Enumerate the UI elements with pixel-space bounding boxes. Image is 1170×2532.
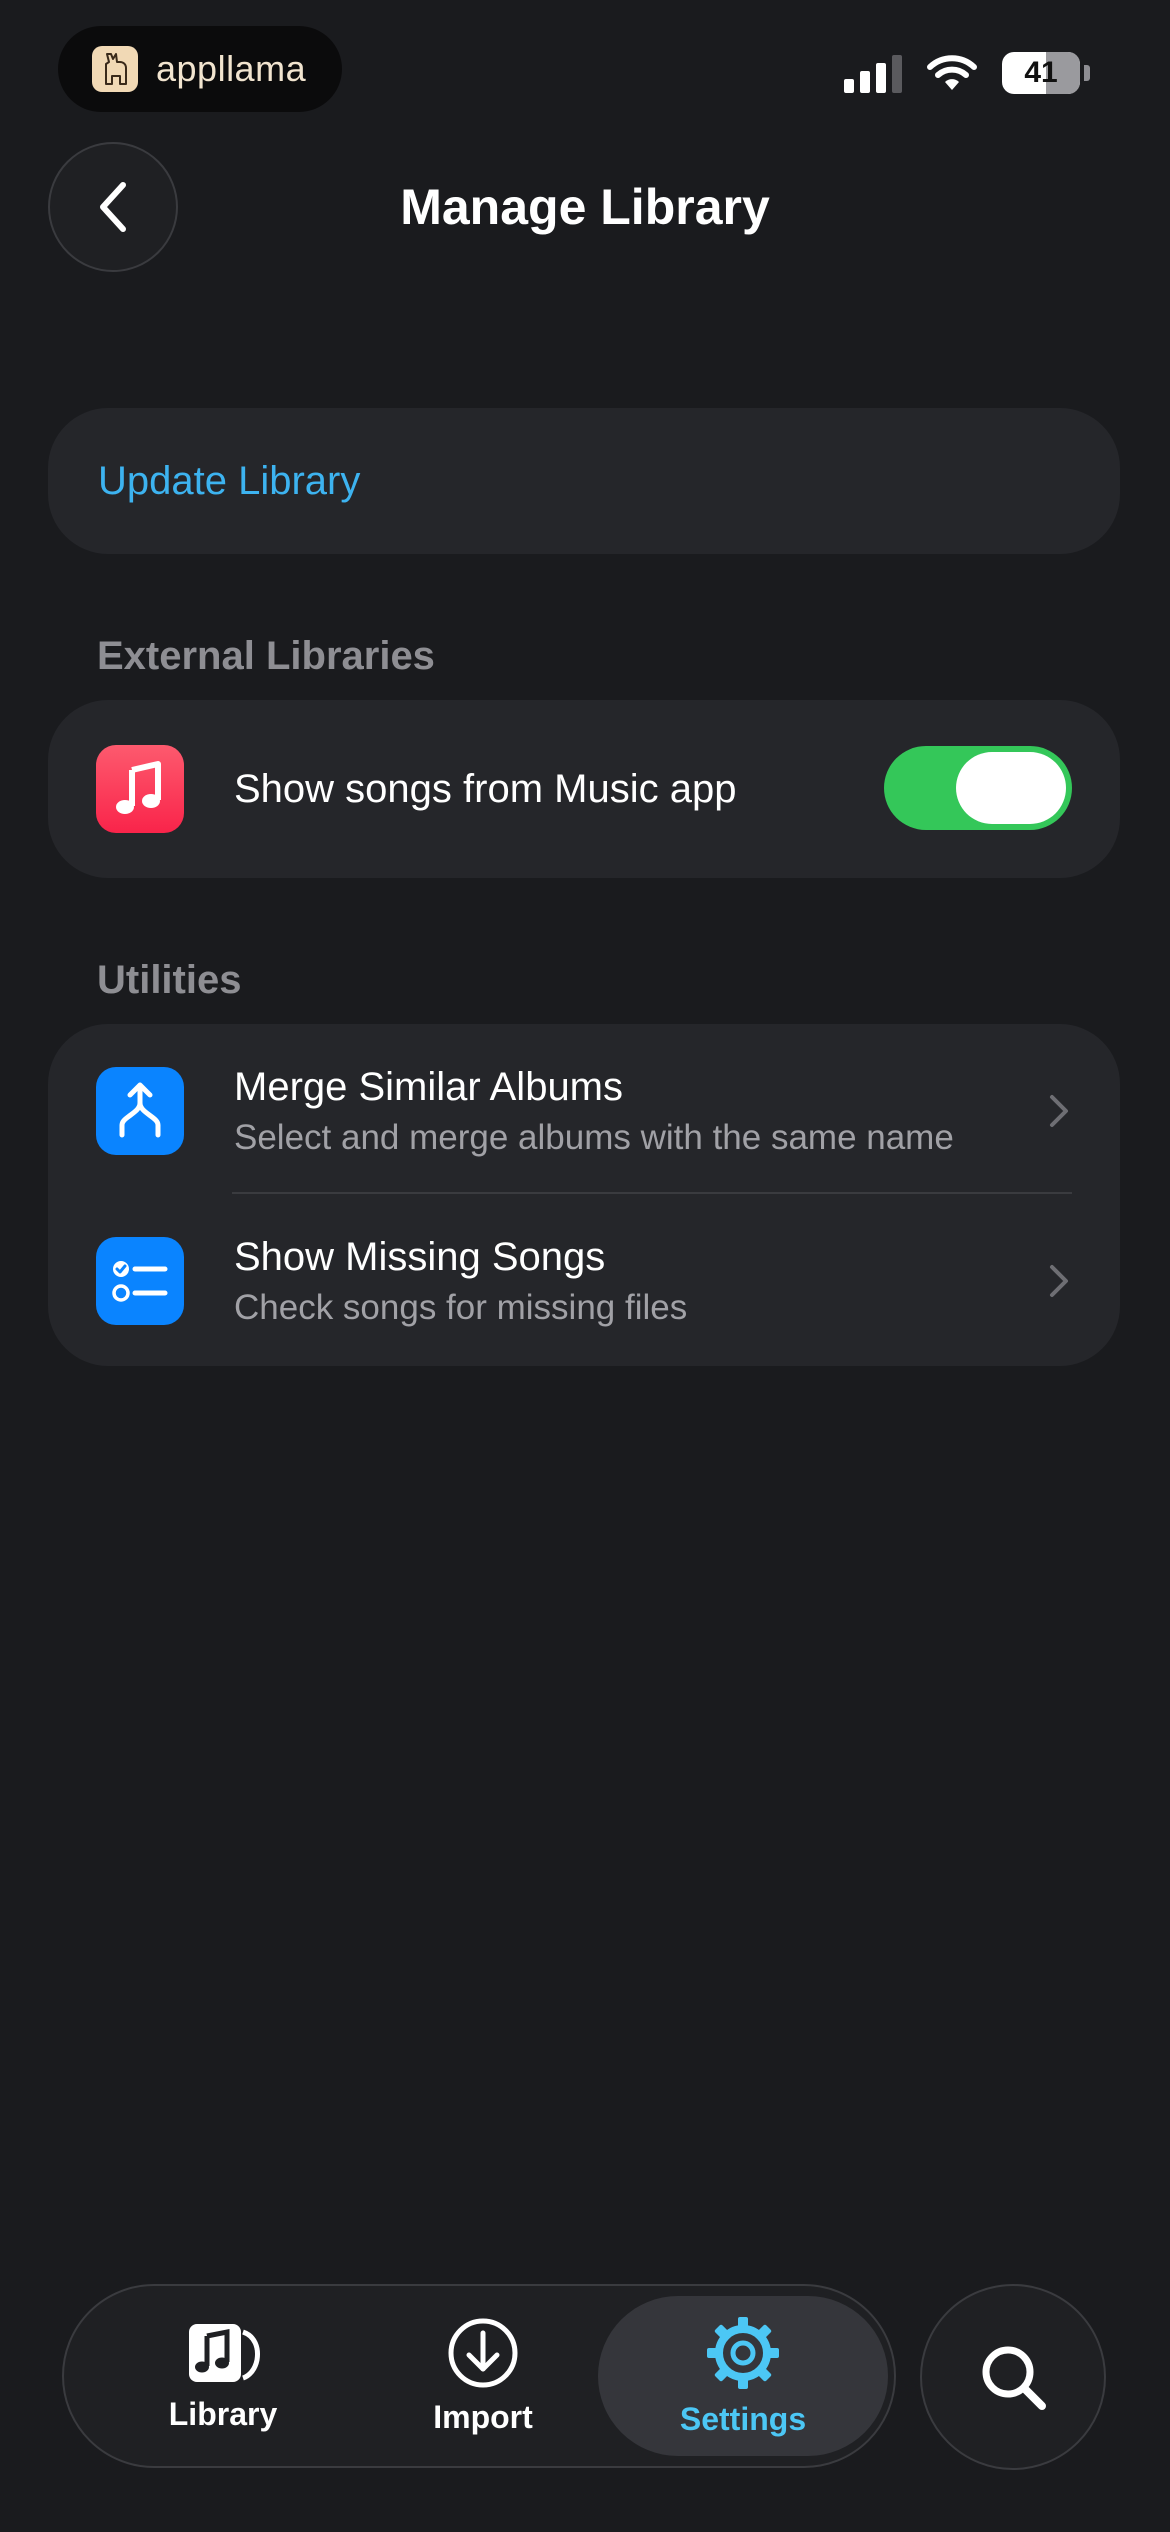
tab-import[interactable]: Import (348, 2296, 618, 2456)
battery-level: 41 (1024, 56, 1058, 89)
update-library-button[interactable]: Update Library (48, 408, 1120, 554)
status-indicators: 41 (844, 52, 1090, 94)
merge-icon (96, 1067, 184, 1155)
section-label-external: External Libraries (97, 634, 435, 678)
chevron-right-icon (1050, 1265, 1068, 1297)
wifi-icon (927, 55, 977, 90)
toggle-knob (956, 752, 1066, 824)
search-button[interactable] (920, 2284, 1106, 2470)
checklist-icon (96, 1237, 184, 1325)
search-icon (982, 2346, 1046, 2410)
gear-icon (707, 2316, 779, 2389)
tab-library-label: Library (168, 2395, 278, 2432)
music-app-toggle[interactable] (884, 746, 1072, 830)
brand-pill: appllama (58, 26, 342, 112)
merge-title: Merge Similar Albums (234, 1064, 624, 1109)
download-circle-icon (448, 2318, 518, 2387)
tab-settings-label: Settings (679, 2400, 807, 2437)
update-library-label: Update Library (98, 458, 361, 503)
utilities-card: Merge Similar Albums Select and merge al… (48, 1024, 1120, 1366)
show-missing-songs-row[interactable]: Show Missing Songs Check songs for missi… (96, 1196, 1120, 1366)
music-app-icon (96, 745, 184, 833)
row-divider (232, 1192, 1072, 1194)
external-libraries-card: Show songs from Music app (48, 700, 1120, 878)
chevron-right-icon (1050, 1095, 1068, 1127)
tab-bar: Library Import Settings (62, 2284, 896, 2468)
merge-similar-albums-row[interactable]: Merge Similar Albums Select and merge al… (96, 1026, 1120, 1196)
missing-subtitle: Check songs for missing files (234, 1287, 688, 1327)
manage-library-screen: appllama 41 Manage Library Update Librar… (0, 0, 1170, 2532)
tab-settings[interactable]: Settings (598, 2296, 888, 2456)
cellular-signal-icon (844, 53, 902, 93)
section-label-utilities: Utilities (97, 958, 242, 1002)
tab-library[interactable]: Library (88, 2296, 358, 2456)
page-title: Manage Library (400, 179, 770, 235)
battery-icon: 41 (1002, 52, 1080, 94)
music-toggle-label: Show songs from Music app (234, 766, 737, 811)
tab-import-label: Import (433, 2398, 533, 2435)
brand-name: appllama (156, 48, 307, 89)
merge-subtitle: Select and merge albums with the same na… (234, 1117, 954, 1157)
music-doc-icon (189, 2323, 260, 2382)
missing-title: Show Missing Songs (234, 1234, 606, 1279)
llama-logo-icon (92, 46, 138, 92)
